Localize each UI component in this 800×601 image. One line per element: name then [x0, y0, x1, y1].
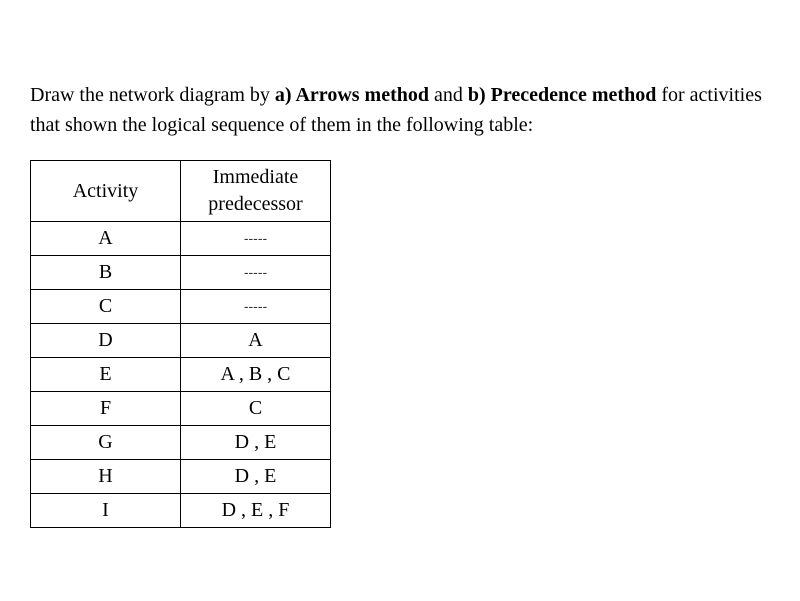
- cell-activity: D: [31, 324, 181, 358]
- cell-predecessor: -----: [181, 222, 331, 256]
- cell-predecessor: A: [181, 324, 331, 358]
- question-text: Draw the network diagram by a) Arrows me…: [30, 80, 770, 140]
- cell-predecessor: D , E: [181, 460, 331, 494]
- question-prefix: Draw the network diagram by: [30, 84, 275, 106]
- cell-activity: E: [31, 358, 181, 392]
- table-row: C -----: [31, 290, 331, 324]
- header-activity: Activity: [31, 161, 181, 222]
- table-row: G D , E: [31, 426, 331, 460]
- table-header-row: Activity Immediate predecessor: [31, 161, 331, 222]
- cell-activity: A: [31, 222, 181, 256]
- cell-activity: B: [31, 256, 181, 290]
- header-predecessor-line1: Immediate: [213, 166, 299, 188]
- cell-activity: C: [31, 290, 181, 324]
- question-mid: and: [429, 84, 468, 106]
- cell-predecessor: -----: [181, 290, 331, 324]
- cell-activity: I: [31, 494, 181, 528]
- question-part-a: a) Arrows method: [275, 84, 429, 106]
- cell-predecessor: C: [181, 392, 331, 426]
- cell-predecessor: D , E: [181, 426, 331, 460]
- table-row: B -----: [31, 256, 331, 290]
- cell-activity: F: [31, 392, 181, 426]
- table-row: D A: [31, 324, 331, 358]
- cell-activity: H: [31, 460, 181, 494]
- cell-activity: G: [31, 426, 181, 460]
- table-row: H D , E: [31, 460, 331, 494]
- cell-predecessor: D , E , F: [181, 494, 331, 528]
- table-row: F C: [31, 392, 331, 426]
- header-predecessor-line2: predecessor: [208, 193, 302, 215]
- activities-table: Activity Immediate predecessor A ----- B…: [30, 160, 331, 528]
- header-predecessor: Immediate predecessor: [181, 161, 331, 222]
- table-row: I D , E , F: [31, 494, 331, 528]
- cell-predecessor: A , B , C: [181, 358, 331, 392]
- table-row: E A , B , C: [31, 358, 331, 392]
- cell-predecessor: -----: [181, 256, 331, 290]
- question-part-b: b) Precedence method: [468, 84, 656, 106]
- table-row: A -----: [31, 222, 331, 256]
